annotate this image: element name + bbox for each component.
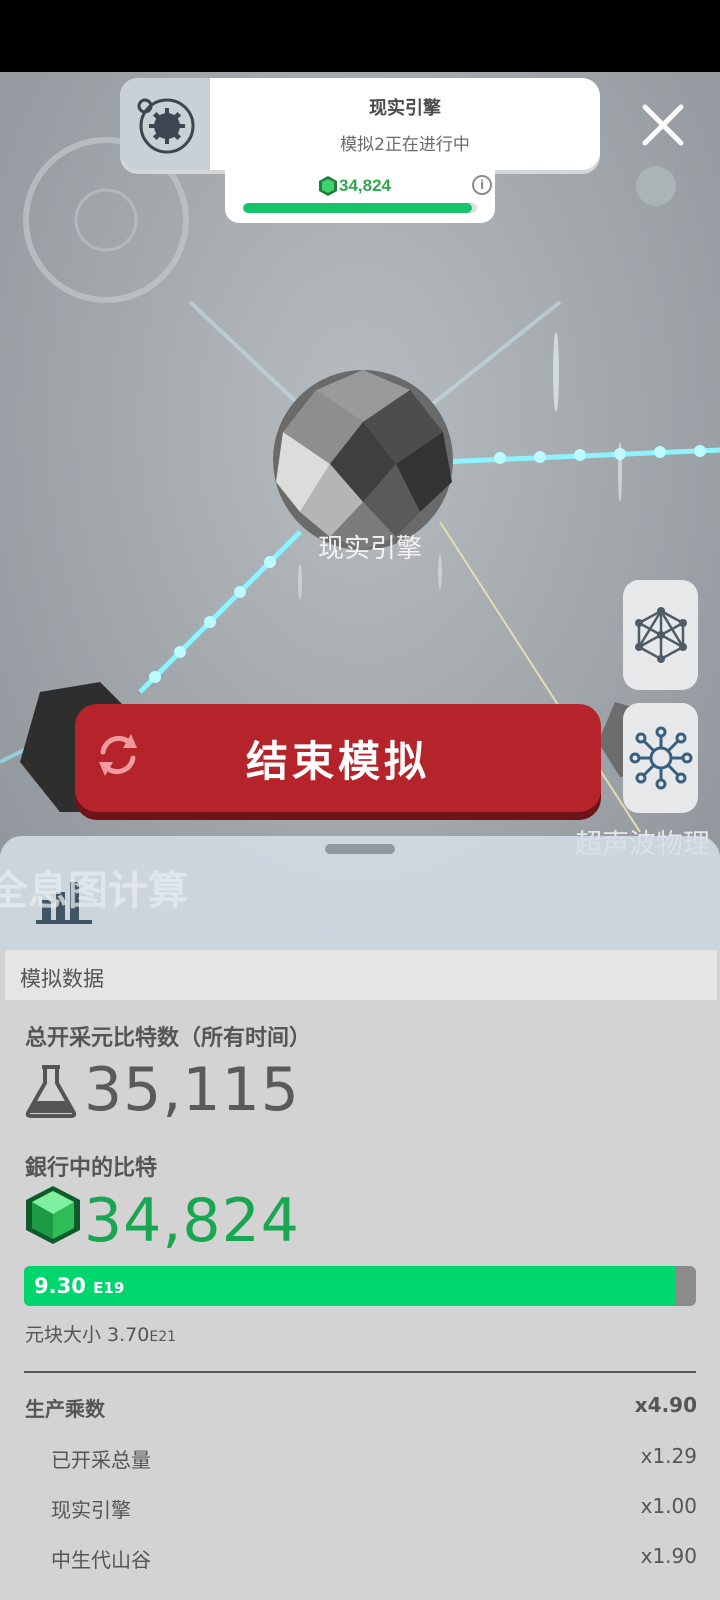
meta-block-progress: 9.30 E19	[24, 1266, 696, 1306]
info-icon[interactable]: i	[472, 175, 492, 195]
sheet-title-bar: 模拟数据	[5, 950, 717, 1000]
left-node-label: 全息图计算	[0, 868, 188, 914]
total-bits-label: 总开采元比特数（所有时间）	[25, 1026, 312, 1051]
sub-row-value: x1.90	[640, 1544, 697, 1568]
bank-bits-value: 34,824	[84, 1186, 300, 1256]
bits-progress-bar	[243, 203, 477, 213]
multiplier-sub-row: 现实引擎 x1.00	[0, 1494, 720, 1534]
multiplier-sub-row: 中生代山谷 x1.90	[0, 1544, 720, 1584]
block-size-label: 元块大小 3.70	[25, 1324, 150, 1346]
reality-engine-node[interactable]	[273, 370, 453, 550]
green-gem-icon	[26, 1186, 80, 1244]
block-size: 元块大小 3.70E21	[25, 1320, 176, 1347]
green-gem-icon	[319, 176, 337, 196]
center-node-label: 现实引擎	[317, 534, 422, 564]
molecule-structure-icon	[634, 607, 687, 663]
multiplier-sub-row: 已开采总量 x1.29	[0, 1444, 720, 1484]
end-simulation-button[interactable]: 结束模拟	[75, 704, 601, 812]
bits-progress-fill	[243, 203, 473, 213]
drag-handle[interactable]	[325, 844, 395, 854]
sheet-title: 模拟数据	[20, 967, 104, 991]
close-button[interactable]	[636, 98, 690, 152]
production-multiplier-row: 生产乘数 x4.90	[0, 1393, 720, 1433]
sub-row-value: x1.29	[640, 1444, 697, 1468]
sync-icon	[99, 734, 137, 776]
divider	[24, 1371, 696, 1373]
end-simulation-label: 结束模拟	[245, 736, 430, 786]
bits-summary-panel[interactable]: 34,824 i	[225, 168, 495, 223]
molecule-structure-button[interactable]	[623, 580, 698, 690]
status-bar-area	[0, 0, 720, 72]
simulation-data-sheet: 模拟数据 总开采元比特数（所有时间） 35,115 銀行中的比特 34,824 …	[0, 950, 720, 1600]
close-icon	[642, 104, 684, 146]
notification-title: 现实引擎	[369, 98, 441, 119]
multiplier-label: 生产乘数	[25, 1397, 105, 1421]
notification-card[interactable]: 现实引擎 模拟2正在进行中	[120, 78, 600, 170]
progress-value: 9.30	[34, 1274, 86, 1298]
meta-block-progress-text: 9.30 E19	[34, 1274, 124, 1298]
multiplier-value: x4.90	[634, 1393, 697, 1417]
sub-row-label: 现实引擎	[51, 1498, 131, 1522]
notification-subtitle: 模拟2正在进行中	[340, 135, 470, 155]
network-hub-icon	[629, 726, 692, 790]
flask-icon	[25, 1065, 77, 1118]
bank-bits-label: 銀行中的比特	[25, 1156, 158, 1181]
gear-planet-icon	[120, 78, 210, 170]
block-size-exponent: E21	[149, 1329, 177, 1345]
progress-exponent: E19	[93, 1279, 125, 1297]
network-hub-button[interactable]	[623, 703, 698, 813]
total-bits-value: 35,115	[84, 1055, 300, 1125]
bits-value: 34,824	[339, 176, 391, 195]
sub-row-label: 中生代山谷	[51, 1548, 151, 1572]
sub-row-label: 已开采总量	[51, 1448, 151, 1472]
sub-row-value: x1.00	[640, 1494, 697, 1518]
